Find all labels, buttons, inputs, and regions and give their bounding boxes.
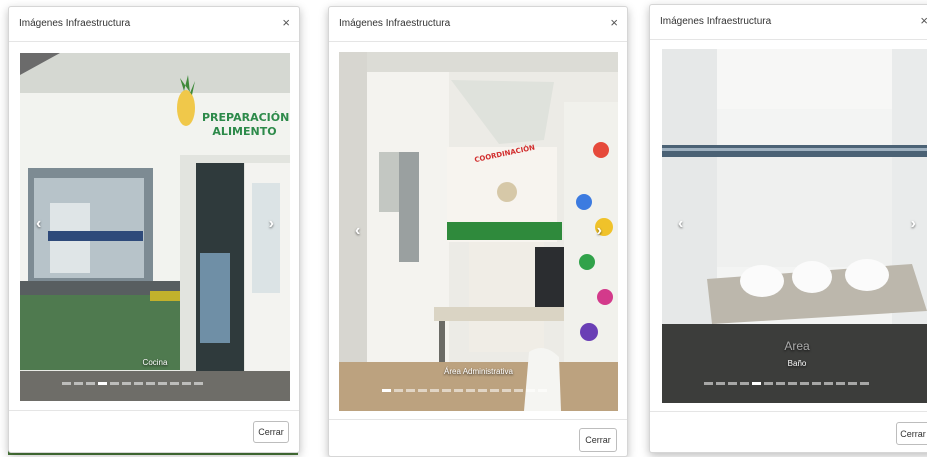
office-photo <box>339 52 618 411</box>
carousel-indicator[interactable] <box>146 382 155 385</box>
carousel-indicator[interactable] <box>394 389 403 392</box>
modal-title: Imágenes Infraestructura <box>339 18 451 29</box>
modal-header: Imágenes Infraestructura × <box>329 7 627 42</box>
wall-sign-text: PREPARACIÓN ALIMENTO <box>202 111 290 138</box>
carousel-indicator[interactable] <box>478 389 487 392</box>
prev-arrow-icon[interactable]: ‹ <box>355 222 360 240</box>
carousel-indicator[interactable] <box>382 389 391 392</box>
carousel-indicator[interactable] <box>836 382 845 385</box>
modal-footer: Cerrar <box>329 419 627 456</box>
modal-header: Imágenes Infraestructura × <box>650 5 927 40</box>
carousel-indicator[interactable] <box>824 382 833 385</box>
carousel-indicator[interactable] <box>860 382 869 385</box>
carousel-indicator[interactable] <box>430 389 439 392</box>
carousel-indicator[interactable] <box>134 382 143 385</box>
close-icon[interactable]: × <box>920 14 927 28</box>
prev-arrow-icon[interactable]: ‹ <box>36 215 41 233</box>
carousel-indicator[interactable] <box>194 382 203 385</box>
image-modal-cocina: Imágenes Infraestructura × PREPARACIÓN A… <box>8 6 300 453</box>
next-arrow-icon[interactable]: › <box>597 222 602 240</box>
slide-caption: Baño <box>787 359 807 368</box>
carousel-indicator[interactable] <box>74 382 83 385</box>
close-icon[interactable]: × <box>610 16 618 30</box>
kitchen-photo <box>20 53 290 401</box>
image-modal-area-administrativa: Imágenes Infraestructura × COORDINACIÓN … <box>328 6 628 457</box>
close-button[interactable]: Cerrar <box>896 422 927 445</box>
carousel-indicator[interactable] <box>158 382 167 385</box>
carousel-indicator[interactable] <box>514 389 523 392</box>
carousel-indicator[interactable] <box>490 389 499 392</box>
carousel-indicator[interactable] <box>812 382 821 385</box>
image-carousel: Area Baño ‹ › <box>662 49 927 403</box>
carousel-indicator[interactable] <box>800 382 809 385</box>
carousel-indicator[interactable] <box>752 382 761 385</box>
carousel-indicator[interactable] <box>716 382 725 385</box>
carousel-indicator[interactable] <box>182 382 191 385</box>
carousel-indicator[interactable] <box>466 389 475 392</box>
prev-arrow-icon[interactable]: ‹ <box>678 215 683 233</box>
modal-footer: Cerrar <box>9 410 299 452</box>
carousel-indicator[interactable] <box>418 389 427 392</box>
carousel-indicator[interactable] <box>526 389 535 392</box>
carousel-indicator[interactable] <box>740 382 749 385</box>
close-icon[interactable]: × <box>282 16 290 30</box>
carousel-indicators <box>382 389 547 392</box>
modal-title: Imágenes Infraestructura <box>660 16 772 27</box>
carousel-indicator[interactable] <box>110 382 119 385</box>
close-button[interactable]: Cerrar <box>579 428 617 452</box>
modal-header: Imágenes Infraestructura × <box>9 7 299 42</box>
carousel-indicator[interactable] <box>454 389 463 392</box>
carousel-indicator[interactable] <box>776 382 785 385</box>
image-modal-bano: Imágenes Infraestructura × Area Baño ‹ ›… <box>649 4 927 453</box>
slide-caption: Área Administrativa <box>444 367 513 376</box>
carousel-indicator[interactable] <box>788 382 797 385</box>
carousel-indicator[interactable] <box>86 382 95 385</box>
carousel-indicator[interactable] <box>704 382 713 385</box>
modal-title: Imágenes Infraestructura <box>19 18 131 29</box>
carousel-indicator[interactable] <box>122 382 131 385</box>
carousel-indicator[interactable] <box>170 382 179 385</box>
slide-caption: Cocina <box>142 358 168 367</box>
next-arrow-icon[interactable]: › <box>911 215 916 233</box>
slide-caption-area: Area <box>784 339 810 353</box>
carousel-indicator[interactable] <box>764 382 773 385</box>
image-carousel: PREPARACIÓN ALIMENTO ‹ › Cocina <box>20 53 290 401</box>
carousel-indicators <box>62 382 203 385</box>
image-carousel: COORDINACIÓN ‹ › Área Administrativa <box>339 52 618 411</box>
carousel-indicator[interactable] <box>406 389 415 392</box>
carousel-indicator[interactable] <box>502 389 511 392</box>
close-button[interactable]: Cerrar <box>253 421 289 443</box>
carousel-indicator[interactable] <box>62 382 71 385</box>
carousel-indicator[interactable] <box>728 382 737 385</box>
carousel-indicator[interactable] <box>848 382 857 385</box>
carousel-indicator[interactable] <box>98 382 107 385</box>
carousel-indicator[interactable] <box>538 389 547 392</box>
modal-footer: Cerrar <box>650 411 927 452</box>
carousel-indicators <box>704 382 869 385</box>
next-arrow-icon[interactable]: › <box>269 215 274 233</box>
carousel-indicator[interactable] <box>442 389 451 392</box>
